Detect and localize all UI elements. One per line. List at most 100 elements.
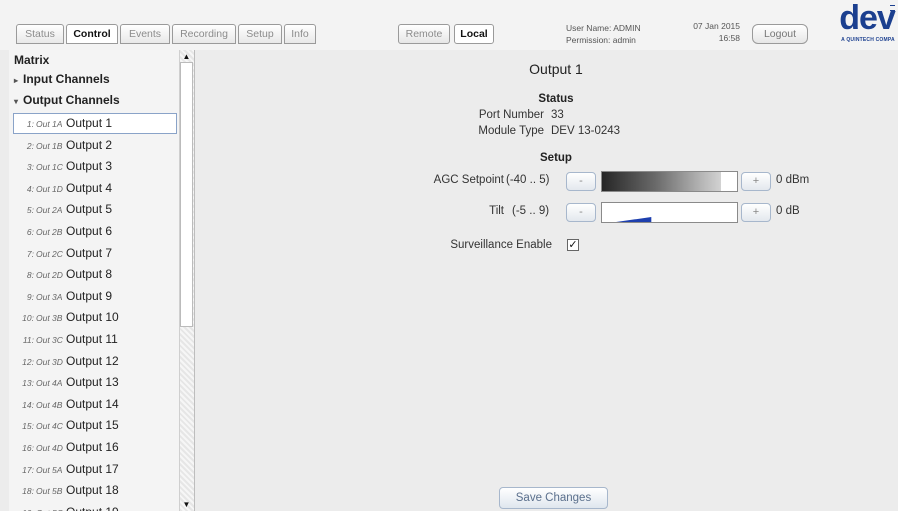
output-list-item[interactable]: 12: Out 3D Output 12 (13, 351, 177, 372)
remote-button[interactable]: Remote (398, 24, 450, 44)
output-name: Output 3 (66, 159, 113, 174)
output-list-item[interactable]: 7: Out 2C Output 7 (13, 243, 177, 264)
output-id: Out 2B (36, 227, 63, 237)
output-list-item[interactable]: 19:Out 5COutput 19 (13, 502, 177, 511)
agc-range-label: (-40 .. 5) (506, 174, 550, 186)
agc-increase-button[interactable]: + (741, 172, 771, 191)
output-id: Out 5B (36, 486, 63, 497)
output-name: Output 4 (66, 180, 113, 195)
output-id: Out 3A (36, 291, 63, 302)
module-type-label: Module Type (478, 125, 544, 137)
time-text: 16:58 (718, 33, 740, 43)
output-name: Output 10 (66, 310, 119, 325)
scroll-down-arrow-icon[interactable]: ▼ (179, 500, 194, 510)
output-list-item[interactable]: 18: Out 5B Output 18 (13, 480, 177, 501)
permission-text: Permission: admin (566, 35, 636, 45)
tree-item-matrix[interactable]: Matrix (14, 53, 49, 67)
tab-events[interactable]: Events (120, 24, 170, 44)
output-list-item[interactable]: 14: Out 4B Output 14 (13, 394, 177, 415)
port-number-label: Port Number (478, 109, 544, 121)
logout-button[interactable]: Logout (752, 24, 808, 44)
output-id: Out 2A (36, 205, 63, 216)
scroll-up-arrow-icon[interactable]: ▲ (179, 52, 194, 62)
logo-subtext: A QUINTECH COMPA (841, 37, 895, 43)
output-number: 1: (26, 119, 34, 129)
output-name: Output 13 (66, 375, 119, 390)
output-id: Out 1A (36, 119, 63, 129)
output-id: Out 4A (36, 378, 63, 389)
output-list-item[interactable]: 9: Out 3A Output 9 (13, 286, 177, 307)
page-title: Output 1 (529, 61, 583, 77)
tilt-level-bar[interactable] (601, 202, 738, 223)
user-name-text: User Name: ADMIN (566, 23, 641, 33)
output-name: Output 16 (66, 440, 119, 454)
output-number: 10: (22, 313, 34, 324)
output-list-item[interactable]: 6: Out 2B Output 6 (13, 221, 177, 242)
output-list-item[interactable]: 2: Out 1B Output 2 (13, 135, 177, 156)
output-list-item[interactable]: 4: Out 1D Output 4 (13, 178, 177, 199)
tab-control[interactable]: Control (66, 24, 118, 44)
output-number: 17: (22, 464, 34, 475)
port-number-value: 33 (551, 109, 564, 121)
output-name: Output 5 (66, 202, 113, 217)
output-list-item[interactable]: 1: Out 1A Output 1 (13, 113, 177, 134)
tab-status[interactable]: Status (16, 24, 64, 44)
output-name: Output 9 (66, 288, 113, 303)
output-list-item[interactable]: 10: Out 3B Output 10 (13, 307, 177, 328)
output-name: Output 7 (66, 245, 113, 260)
output-name: Output 14 (66, 396, 119, 411)
output-name: Output 2 (66, 137, 113, 152)
surveillance-enable-label: Surveillance Enable (450, 239, 552, 251)
output-number: 15: (22, 421, 34, 432)
output-number: 4: (26, 183, 34, 194)
output-name: Output 17 (66, 461, 119, 476)
output-list-item[interactable]: 15: Out 4C Output 15 (13, 415, 177, 436)
output-number: 5: (26, 205, 34, 216)
output-list-item[interactable]: 13: Out 4A Output 13 (13, 372, 177, 393)
collapse-arrow-icon[interactable]: ▾ (14, 97, 23, 106)
output-name: Output 12 (66, 353, 119, 368)
tab-recording[interactable]: Recording (172, 24, 236, 44)
output-list-item[interactable]: 16: Out 4D Output 16 (13, 437, 177, 458)
output-id: Out 4B (36, 399, 63, 410)
datetime: 07 Jan 2015 16:58 (680, 20, 740, 44)
tree-item-input-channels[interactable]: ▸ Input Channels (14, 72, 110, 86)
setup-heading: Setup (540, 152, 572, 164)
input-channels-label: Input Channels (23, 72, 110, 86)
agc-decrease-button[interactable]: - (566, 172, 596, 191)
output-name: Output 8 (66, 267, 113, 282)
output-number: 2: (26, 140, 34, 151)
tilt-range-label: (-5 .. 9) (512, 205, 550, 217)
output-name: Output 1 (66, 116, 113, 130)
output-number: 3: (26, 162, 34, 173)
tilt-ramp (616, 217, 652, 222)
output-id: Out 1C (36, 162, 63, 173)
output-list-item[interactable]: 3: Out 1C Output 3 (13, 156, 177, 177)
output-id: Out 5A (36, 464, 63, 475)
tilt-increase-button[interactable]: + (741, 203, 771, 222)
output-list-item[interactable]: 5: Out 2A Output 5 (13, 199, 177, 220)
output-list-item[interactable]: 17: Out 5A Output 17 (13, 459, 177, 480)
output-number: 9: (26, 291, 34, 302)
expand-arrow-icon[interactable]: ▸ (14, 76, 23, 85)
tilt-decrease-button[interactable]: - (566, 203, 596, 222)
output-list-item[interactable]: 11: Out 3C Output 11 (13, 329, 177, 350)
channel-tree: Matrix ▸ Input Channels ▾ Output Channels … (9, 50, 195, 511)
output-number: 16: (22, 443, 34, 453)
output-channels-label: Output Channels (23, 93, 120, 107)
output-list-item[interactable]: 8: Out 2D Output 8 (13, 264, 177, 285)
output-number: 11: (22, 335, 34, 345)
output-name: Output 6 (66, 224, 113, 238)
local-button[interactable]: Local (454, 24, 494, 44)
tab-info[interactable]: Info (284, 24, 316, 44)
agc-value: 0 dBm (776, 174, 810, 186)
tree-item-output-channels[interactable]: ▾ Output Channels (14, 93, 120, 107)
agc-level-bar[interactable] (601, 171, 738, 192)
save-changes-button[interactable]: Save Changes (499, 487, 608, 509)
tab-setup[interactable]: Setup (238, 24, 282, 44)
surveillance-enable-checkbox[interactable]: ✓ (567, 239, 579, 251)
status-heading: Status (538, 93, 574, 105)
output-id: Out 3C (36, 335, 63, 345)
output-number: 7: (26, 248, 34, 259)
scrollbar-thumb[interactable] (180, 62, 193, 327)
